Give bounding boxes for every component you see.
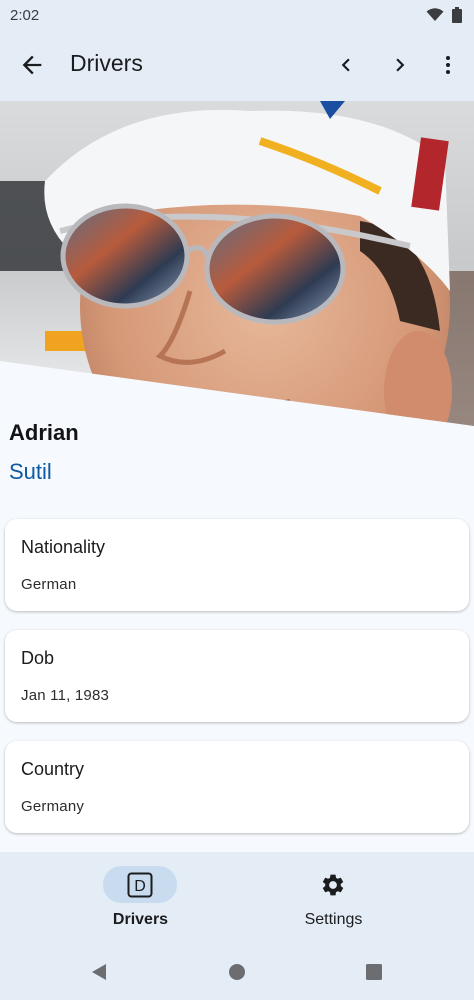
driver-first-name: Adrian — [9, 420, 79, 445]
bottom-navigation: D Drivers Settings — [0, 852, 474, 945]
nav-label-settings: Settings — [304, 911, 363, 928]
detail-card-country: Country Germany — [5, 741, 469, 833]
detail-label: Dob — [21, 648, 55, 668]
status-bar: 2:02 — [0, 0, 474, 30]
gear-icon — [322, 874, 344, 896]
chevron-right-icon[interactable] — [387, 52, 413, 78]
nav-item-drivers[interactable]: D Drivers — [0, 852, 237, 945]
back-arrow-icon[interactable] — [18, 51, 46, 79]
status-icons — [426, 7, 462, 23]
chevron-left-icon[interactable] — [333, 52, 359, 78]
home-circle-icon[interactable] — [226, 961, 248, 983]
drivers-d-icon: D — [127, 872, 153, 898]
detail-card-nationality: Nationality German — [5, 519, 469, 611]
detail-value: German — [21, 576, 77, 593]
system-navigation-bar — [0, 945, 474, 1000]
detail-label: Country — [21, 759, 85, 779]
recents-square-icon[interactable] — [363, 961, 385, 983]
detail-label: Nationality — [21, 537, 106, 557]
detail-value: Germany — [21, 798, 85, 815]
top-app-bar: Drivers — [0, 30, 474, 101]
detail-value: Jan 11, 1983 — [21, 687, 110, 704]
driver-last-name: Sutil — [9, 459, 52, 484]
status-time: 2:02 — [10, 6, 40, 24]
wifi-icon — [426, 8, 444, 21]
nav-item-settings[interactable]: Settings — [237, 852, 474, 945]
svg-text:D: D — [134, 878, 146, 895]
detail-card-dob: Dob Jan 11, 1983 — [5, 630, 469, 722]
battery-icon — [452, 7, 462, 23]
page-title: Drivers — [70, 50, 143, 76]
driver-photo — [0, 101, 474, 426]
more-vert-icon[interactable] — [436, 51, 460, 79]
back-triangle-icon[interactable] — [88, 961, 110, 983]
